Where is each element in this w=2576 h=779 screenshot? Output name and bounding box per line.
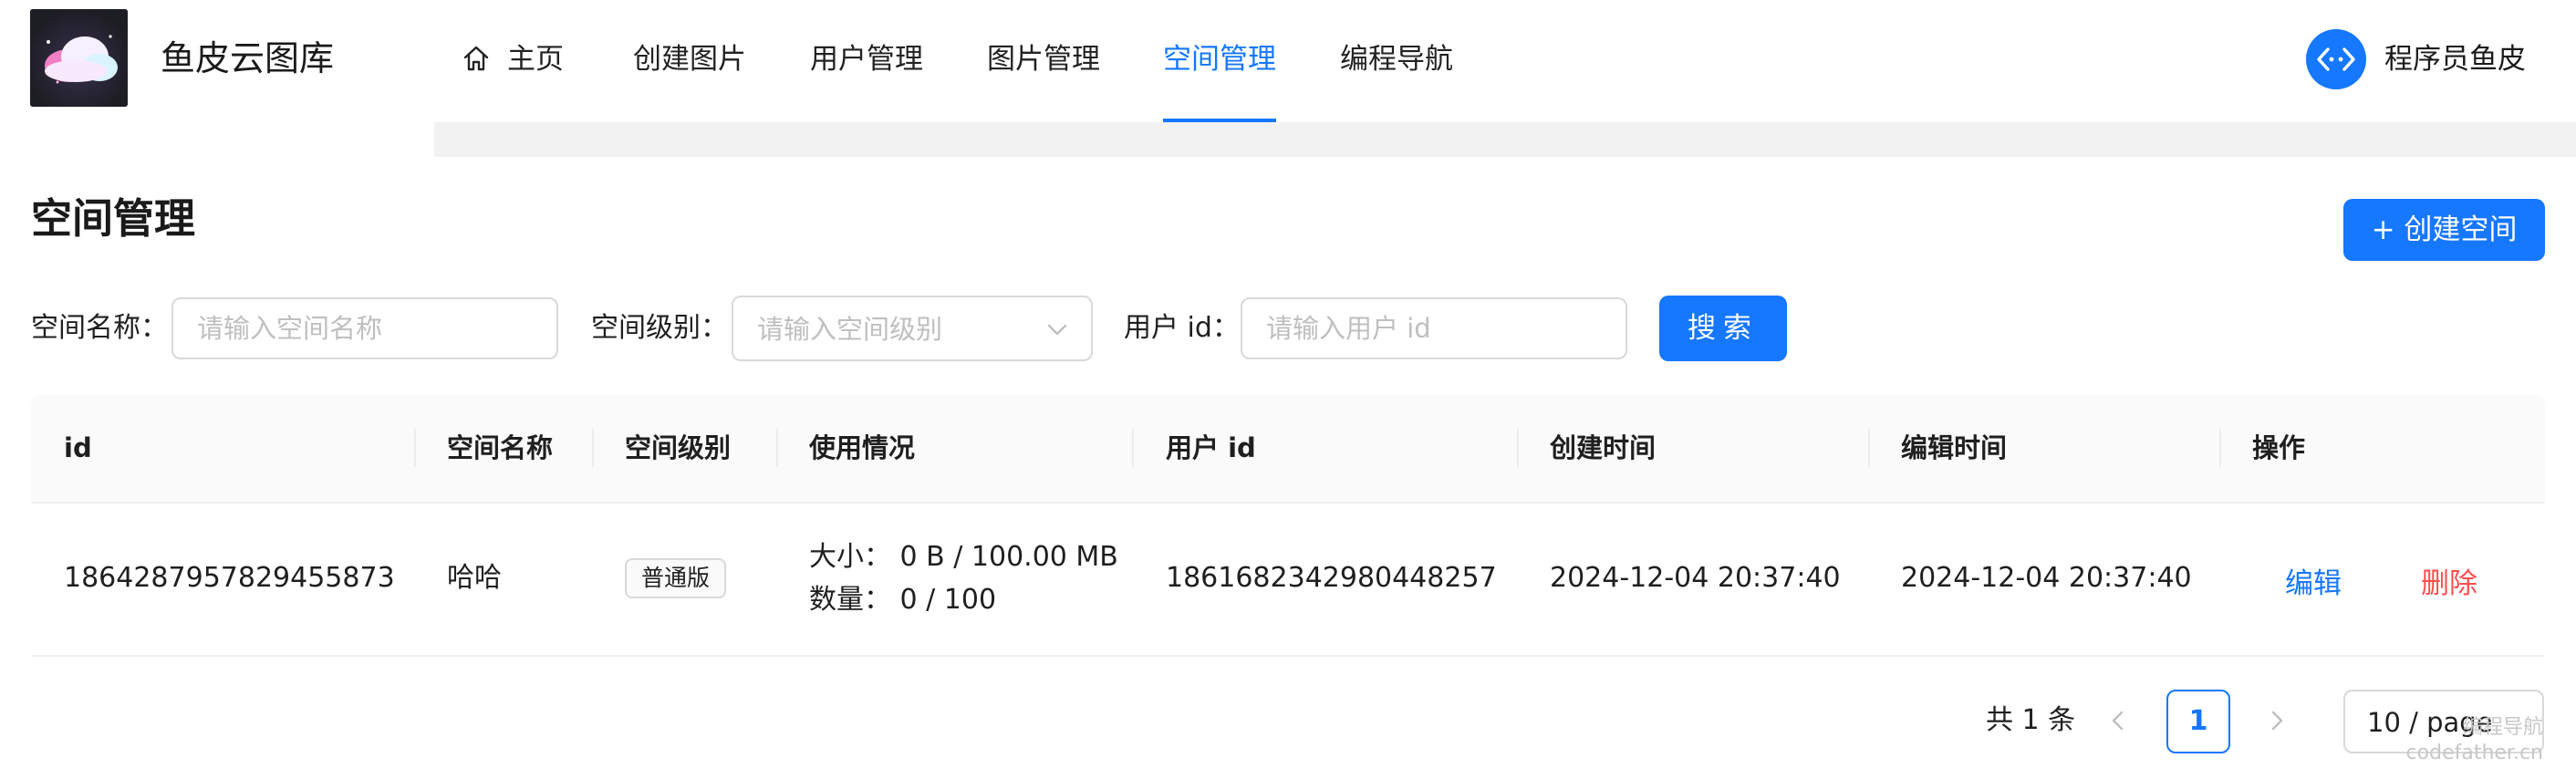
code-logo-icon	[2317, 47, 2355, 71]
column-divider	[1132, 429, 1134, 467]
space-level-label: 空间级别：	[591, 312, 728, 344]
space-level-select[interactable]: 请输入空间级别	[732, 296, 1093, 361]
pagination-total: 共 1 条	[1986, 704, 2076, 736]
cloud-logo-icon	[30, 9, 128, 107]
home-icon	[463, 46, 489, 71]
chevron-right-icon[interactable]	[2264, 708, 2290, 733]
chevron-left-icon[interactable]	[2105, 708, 2131, 733]
cell-create-time: 2024-12-04 20:37:40	[1550, 562, 1841, 594]
search-button[interactable]: 搜索	[1659, 296, 1787, 361]
column-divider	[414, 429, 416, 467]
nav-item-user-management[interactable]: 用户管理	[810, 0, 923, 119]
table-header: id 空间名称 空间级别 使用情况 用户 id 创建时间 编辑时间 操作	[31, 394, 2545, 504]
nav-item-home[interactable]: 主页	[462, 0, 564, 119]
page-title: 空间管理	[31, 194, 196, 243]
user-id-label: 用户 id：	[1124, 312, 1240, 344]
pagination-page-1[interactable]: 1	[2166, 690, 2230, 753]
column-header-edit-time: 编辑时间	[1901, 432, 2008, 463]
cell-space-name: 哈哈	[447, 562, 502, 594]
app-title: 鱼皮云图库	[161, 38, 335, 78]
column-divider	[1517, 429, 1519, 467]
edit-link[interactable]: 编辑	[2285, 564, 2342, 604]
space-name-input[interactable]	[171, 297, 558, 359]
cell-user-id: 1861682342980448257	[1166, 562, 1497, 594]
cell-edit-time: 2024-12-04 20:37:40	[1901, 562, 2192, 594]
column-header-user-id: 用户 id	[1166, 432, 1256, 463]
watermark-line: 编程导航	[2462, 716, 2543, 739]
user-id-input[interactable]	[1241, 297, 1627, 359]
header-divider	[434, 122, 2576, 157]
nav-item-space-management[interactable]: 空间管理	[1163, 0, 1276, 122]
column-header-create-time: 创建时间	[1550, 432, 1657, 463]
cell-usage-count: 数量： 0 / 100	[809, 584, 997, 616]
column-divider	[592, 429, 594, 467]
table-row: 1864287957829455873 哈哈 普通版 大小： 0 B / 100…	[31, 504, 2545, 657]
cell-id: 1864287957829455873	[64, 562, 395, 594]
space-level-placeholder: 请输入空间级别	[757, 314, 943, 345]
column-header-id: id	[64, 432, 92, 463]
column-divider	[776, 429, 778, 467]
space-level-badge: 普通版	[625, 558, 727, 598]
column-header-space-name: 空间名称	[447, 432, 554, 463]
column-divider	[1868, 429, 1870, 467]
top-header: 鱼皮云图库 主页 创建图片 用户管理 图片管理 空间管理 编程导航 程序员鱼皮	[0, 0, 2576, 122]
watermark-line: codefather.cn	[2405, 742, 2543, 764]
create-space-button[interactable]: + 创建空间	[2343, 199, 2545, 261]
chevron-down-icon	[1047, 324, 1067, 336]
nav-item-create-image[interactable]: 创建图片	[633, 0, 746, 119]
column-divider	[2219, 429, 2221, 467]
app-logo[interactable]	[30, 9, 128, 107]
watermark: 编程导航 codefather.cn	[2406, 715, 2543, 766]
cell-usage-size: 大小： 0 B / 100.00 MB	[809, 541, 1118, 573]
nav-item-image-management[interactable]: 图片管理	[987, 0, 1100, 119]
column-header-usage: 使用情况	[809, 432, 916, 463]
delete-link[interactable]: 删除	[2421, 564, 2477, 604]
column-header-space-level: 空间级别	[625, 432, 732, 463]
user-name: 程序员鱼皮	[2384, 43, 2526, 76]
nav-item-coding-nav[interactable]: 编程导航	[1340, 0, 1453, 119]
column-header-actions: 操作	[2252, 432, 2306, 463]
space-name-label: 空间名称：	[31, 312, 168, 344]
avatar[interactable]	[2306, 29, 2366, 89]
nav-item-label: 主页	[507, 43, 564, 76]
